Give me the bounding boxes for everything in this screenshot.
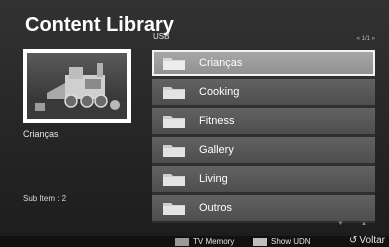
return-arrow-icon: ↺ [349,235,358,246]
page-indicator: « 1/1 » [356,36,375,42]
list-item-label: Gallery [199,144,234,156]
folder-icon [163,116,185,128]
list-item[interactable]: Crianças [152,50,375,76]
list-item[interactable]: Cooking [152,79,375,105]
folder-icon [163,87,185,99]
list-item[interactable]: Living [152,166,375,192]
back-legend[interactable]: ↺ Voltar [349,235,385,246]
list-item-label: Cooking [199,86,240,98]
list-item-label: Outros [199,202,233,214]
page-title: Content Library [25,14,174,36]
show-udn-legend[interactable]: Show UDN [253,237,311,246]
preview-image [27,53,127,119]
folder-list: Crianças Cooking Fitness Gallery Living … [152,48,375,223]
list-item-label: Fitness [199,115,235,127]
tv-memory-legend[interactable]: TV Memory [175,237,234,246]
gray-button-icon [175,237,189,246]
scroll-arrows-icon[interactable]: ▼ ▲ [337,221,375,227]
list-item-label: Crianças [199,57,243,69]
selected-folder-name: Crianças [23,129,59,139]
sub-item-count: Sub Item : 2 [23,194,67,203]
source-label: USB [153,32,170,41]
back-label: Voltar [359,235,385,246]
show-udn-label: Show UDN [271,237,311,246]
preview-thumbnail [23,49,131,123]
light-gray-button-icon [253,237,267,246]
folder-icon [163,58,185,70]
list-item[interactable]: Gallery [152,137,375,163]
tv-memory-label: TV Memory [193,237,235,246]
folder-icon [163,145,185,157]
list-item[interactable]: Outros [152,195,375,221]
list-item-label: Living [199,173,228,185]
folder-icon [163,174,185,186]
content-library-screen: Content Library Crianças Sub Item: 2 US… [0,0,389,247]
list-item[interactable]: Fitness [152,108,375,134]
folder-icon [163,203,185,215]
